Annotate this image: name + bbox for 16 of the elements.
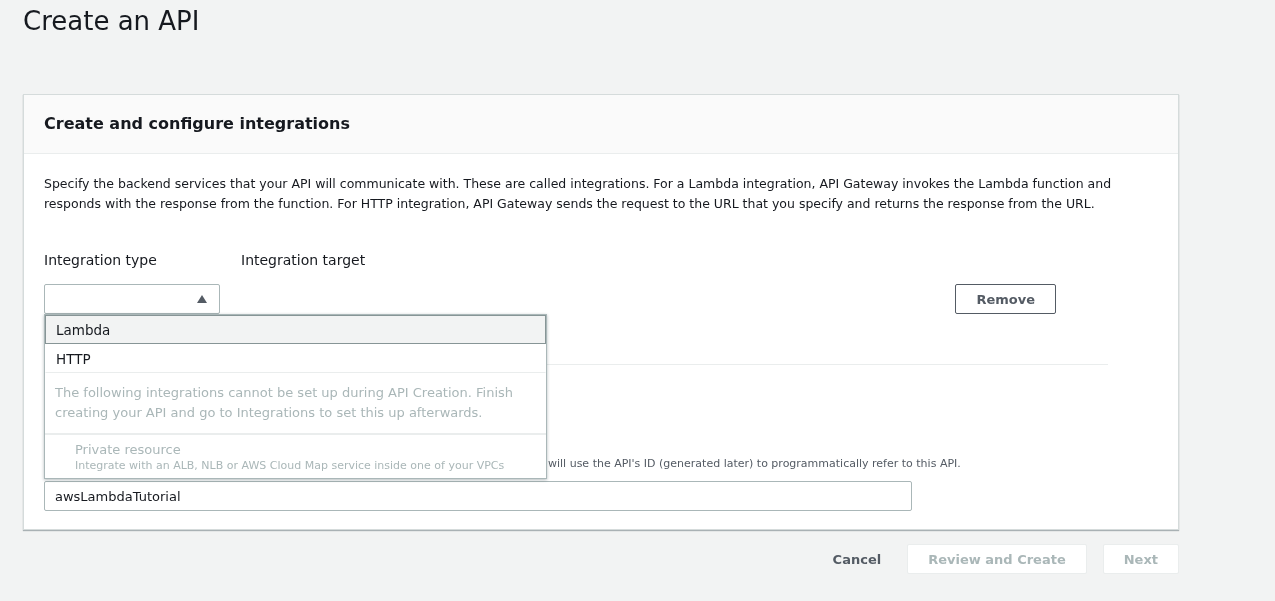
option-description: Integrate with an ALB, NLB or AWS Cloud Map service inside one of your VPCs bbox=[75, 458, 506, 474]
integration-type-select[interactable] bbox=[44, 284, 220, 314]
description-text: Specify the backend services that your API will communicate with. These are called integrations. For a Lambda integration, API Gateway invokes the Lambda function and responds with the response from the function. For HTTP integration, API Gateway sends the request to the URL that you specify and returns the response from the URL. bbox=[44, 175, 1113, 213]
page-title: Create an API bbox=[23, 5, 201, 38]
hint-text: will use the API's ID (generated later) to programmatically refer to this API. bbox=[548, 457, 962, 471]
column-label: Integration target bbox=[241, 251, 367, 270]
menu-option[interactable]: HTTP bbox=[45, 344, 546, 373]
api-name-field[interactable]: awsLambdaTutorial bbox=[44, 481, 912, 511]
menu-note: The following integrations cannot be set up during API Creation. Finish creating your API and go to Integrations to set this up afterwards. bbox=[45, 373, 546, 435]
column-label: Integration type bbox=[44, 251, 158, 270]
menu-option-disabled: Private resource bbox=[75, 441, 182, 458]
cancel-link[interactable]: Cancel bbox=[822, 544, 892, 574]
caret-up-icon bbox=[197, 295, 207, 303]
menu-option[interactable]: Lambda bbox=[45, 315, 546, 344]
card-title: Create and configure integrations bbox=[44, 113, 351, 135]
remove-button[interactable]: Remove bbox=[955, 284, 1056, 314]
